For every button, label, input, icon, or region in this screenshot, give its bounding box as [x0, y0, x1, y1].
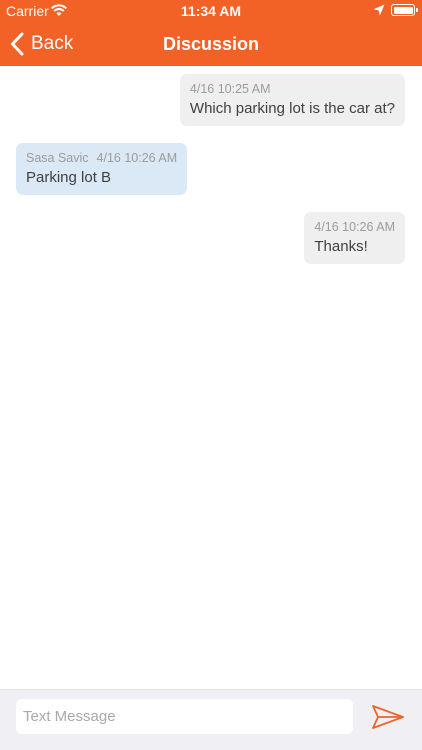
- navigation-bar: Back Discussion: [0, 22, 422, 66]
- send-button[interactable]: [370, 703, 406, 731]
- message-timestamp: 4/16 10:26 AM: [314, 220, 395, 234]
- page-title: Discussion: [162, 34, 260, 54]
- message-meta: 4/16 10:25 AM: [190, 82, 395, 96]
- status-bar: Carrier 11:34 AM: [0, 0, 422, 22]
- message-meta: Sasa Savic 4/16 10:26 AM: [26, 151, 177, 165]
- battery-icon: [391, 4, 418, 16]
- message-bubble-outgoing[interactable]: 4/16 10:26 AM Thanks!: [304, 212, 405, 264]
- message-text: Which parking lot is the car at?: [189, 100, 395, 117]
- clock: 11:34 AM: [180, 3, 242, 19]
- message-input[interactable]: [16, 699, 353, 734]
- message-timestamp: 4/16 10:26 AM: [96, 151, 178, 165]
- header: Carrier 11:34 AM Back Discussion: [0, 0, 422, 66]
- message-bubble-outgoing[interactable]: 4/16 10:25 AM Which parking lot is the c…: [179, 74, 405, 126]
- message-text: Parking lot B: [26, 169, 112, 186]
- paper-plane-icon: [372, 705, 404, 729]
- message-text: Thanks!: [314, 238, 368, 255]
- message-thread[interactable]: 4/16 10:25 AM Which parking lot is the c…: [0, 66, 422, 689]
- message-composer: [0, 689, 422, 750]
- message-bubble-incoming[interactable]: Sasa Savic 4/16 10:26 AM Parking lot B: [16, 143, 188, 195]
- message-meta: 4/16 10:26 AM: [314, 220, 395, 234]
- message-sender: Sasa Savic: [26, 151, 89, 165]
- message-timestamp: 4/16 10:25 AM: [189, 82, 271, 96]
- location-arrow-icon: [373, 4, 385, 16]
